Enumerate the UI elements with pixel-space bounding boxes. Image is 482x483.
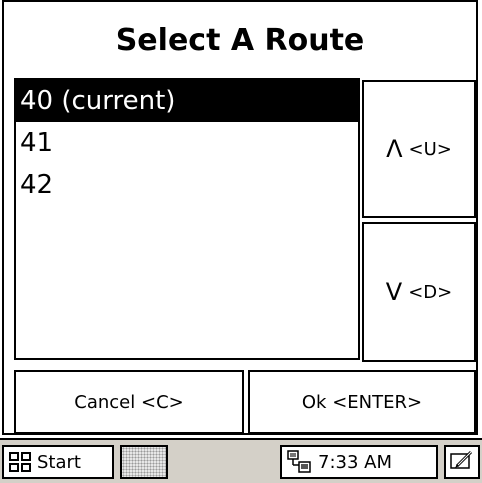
route-listbox[interactable]: 40 (current) 41 42 bbox=[14, 78, 360, 360]
task-button[interactable] bbox=[120, 445, 168, 479]
system-tray: 7:33 AM bbox=[280, 445, 438, 479]
dialog-title: Select A Route bbox=[115, 22, 365, 58]
scroll-up-button[interactable]: Λ <U> bbox=[362, 80, 476, 218]
route-list-item[interactable]: 40 (current) bbox=[16, 80, 358, 122]
input-panel-button[interactable] bbox=[444, 445, 480, 479]
cancel-button-label: Cancel <C> bbox=[74, 391, 184, 413]
up-arrow-icon: Λ bbox=[386, 135, 403, 163]
cancel-button[interactable]: Cancel <C> bbox=[14, 370, 244, 434]
taskbar: Start 7:33 AM bbox=[0, 438, 482, 483]
route-list-item[interactable]: 41 bbox=[16, 122, 358, 164]
ok-button-label: Ok <ENTER> bbox=[301, 391, 423, 413]
scroll-up-label: <U> bbox=[408, 138, 452, 160]
start-label: Start bbox=[37, 451, 81, 473]
route-list-item[interactable]: 42 bbox=[16, 164, 358, 206]
ok-button[interactable]: Ok <ENTER> bbox=[248, 370, 476, 434]
route-select-screen: Select A Route 40 (current) 41 42 Λ <U> … bbox=[0, 0, 482, 483]
pencil-input-icon bbox=[449, 448, 475, 476]
clock[interactable]: 7:33 AM bbox=[318, 452, 392, 473]
scroll-down-button[interactable]: V <D> bbox=[362, 222, 476, 362]
windows-flag-icon bbox=[8, 451, 34, 473]
down-arrow-icon: V bbox=[385, 278, 403, 306]
network-icon[interactable] bbox=[286, 450, 312, 474]
scroll-down-label: <D> bbox=[408, 281, 453, 303]
start-button[interactable]: Start bbox=[2, 445, 114, 479]
